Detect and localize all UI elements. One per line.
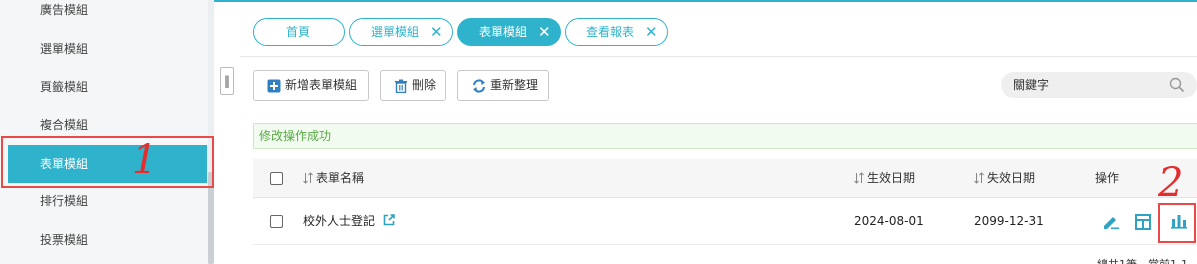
app-root: 廣告模組 選單模組 頁籤模組 複合模組 表單模組 排行模組 投票模組 1 ‖ 首… [0, 0, 1197, 264]
col-header-action: 操作 [1095, 171, 1120, 185]
sidebar: 廣告模組 選單模組 頁籤模組 複合模組 表單模組 排行模組 投票模組 [0, 0, 214, 264]
row-start-date: 2024-08-01 [854, 214, 924, 228]
row-name-link[interactable]: 校外人士登記 [303, 214, 375, 228]
select-all-checkbox[interactable] [270, 172, 283, 185]
annotation-number-2: 2 [1158, 160, 1184, 206]
add-form-module-label: 新增表單模組 [285, 78, 358, 92]
sidebar-item-ad-module[interactable]: 廣告模組 [0, 0, 207, 29]
tab-home[interactable]: 首頁 [253, 18, 345, 46]
success-message: 修改操作成功 [253, 123, 1197, 149]
tab-form-module-label: 表單模組 [479, 25, 528, 39]
close-icon[interactable]: ✕ [645, 19, 658, 45]
close-icon[interactable]: ✕ [430, 19, 443, 45]
annotation-box-2 [1158, 203, 1196, 243]
col-header-name-label: 表單名稱 [316, 171, 365, 185]
collapse-sidebar-handle[interactable]: ‖ [220, 67, 234, 95]
table-row: 校外人士登記 2024-08-01 2099-12-31 [253, 198, 1197, 245]
row-checkbox[interactable] [270, 215, 283, 228]
sort-icon [303, 172, 313, 184]
table-header: 表單名稱 生效日期 失效日期 操作 [253, 159, 1197, 198]
annotation-number-1: 1 [132, 137, 158, 183]
tab-view-report[interactable]: 查看報表 ✕ [565, 18, 668, 46]
tab-menu-module-label: 選單模組 [371, 25, 420, 39]
col-header-start-date[interactable]: 生效日期 [854, 159, 915, 198]
row-name: 校外人士登記 [303, 198, 395, 245]
trash-icon [395, 79, 407, 93]
sort-icon [974, 172, 984, 184]
col-header-name[interactable]: 表單名稱 [303, 159, 364, 198]
delete-button[interactable]: 刪除 [380, 70, 446, 101]
close-icon[interactable]: ✕ [538, 19, 551, 45]
row-end-date: 2099-12-31 [974, 214, 1044, 228]
edit-icon[interactable] [1102, 213, 1120, 231]
sidebar-scrollbar[interactable] [208, 0, 214, 264]
tab-view-report-label: 查看報表 [586, 25, 635, 39]
tab-home-label: 首頁 [286, 25, 311, 39]
pagination-summary: 總共1筆，當前1-1 [1097, 256, 1188, 264]
tabs-divider [240, 56, 1197, 57]
top-accent-line [214, 0, 1197, 2]
refresh-button[interactable]: 重新整理 [457, 70, 549, 101]
col-header-start-date-label: 生效日期 [867, 171, 916, 185]
sort-icon [854, 172, 864, 184]
refresh-icon [473, 79, 485, 93]
sidebar-item-vote-module[interactable]: 投票模組 [0, 221, 207, 259]
tab-form-module[interactable]: 表單模組 ✕ [457, 18, 561, 46]
layout-icon[interactable] [1134, 213, 1152, 231]
col-header-end-date-label: 失效日期 [987, 171, 1036, 185]
external-link-icon[interactable] [383, 214, 395, 226]
annotation-box-1 [1, 136, 214, 188]
add-icon [267, 79, 281, 93]
col-header-end-date[interactable]: 失效日期 [974, 159, 1035, 198]
search-box [1001, 72, 1197, 98]
sidebar-item-menu-module[interactable]: 選單模組 [0, 30, 207, 68]
search-icon[interactable] [1169, 77, 1185, 93]
refresh-label: 重新整理 [490, 78, 539, 92]
sidebar-item-tab-module[interactable]: 頁籤模組 [0, 68, 207, 106]
add-form-module-button[interactable]: 新增表單模組 [253, 70, 369, 101]
search-input[interactable] [1013, 75, 1163, 95]
delete-label: 刪除 [412, 78, 437, 92]
tab-menu-module[interactable]: 選單模組 ✕ [349, 18, 453, 46]
